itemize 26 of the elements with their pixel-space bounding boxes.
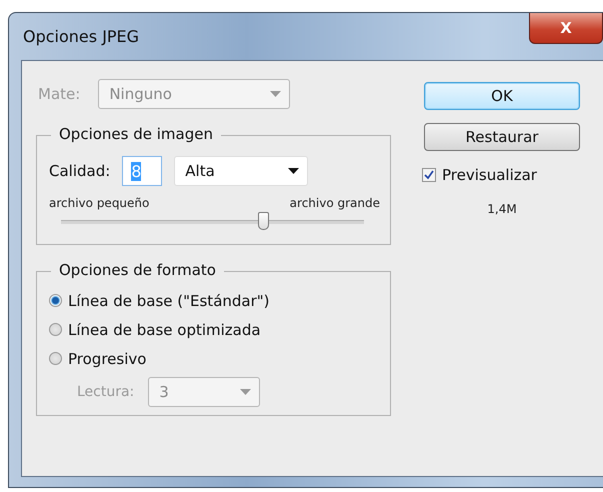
ok-button[interactable]: OK xyxy=(424,82,580,110)
window-title: Opciones JPEG xyxy=(23,27,140,46)
dropdown-caret-icon xyxy=(240,389,252,395)
group-title: Opciones de formato xyxy=(51,261,224,279)
large-file-label: archivo grande xyxy=(290,196,380,210)
group-title: Opciones de imagen xyxy=(51,125,221,143)
matte-label: Mate: xyxy=(38,85,80,103)
radio-label[interactable]: Línea de base optimizada xyxy=(68,320,261,338)
reset-button[interactable]: Restaurar xyxy=(424,123,580,151)
quality-label: Calidad: xyxy=(49,162,110,180)
preview-checkbox[interactable] xyxy=(422,168,436,182)
checkmark-icon xyxy=(424,170,434,180)
dropdown-caret-icon xyxy=(288,168,300,174)
dropdown-caret-icon xyxy=(270,91,282,97)
radio-button[interactable] xyxy=(49,323,62,336)
preview-label[interactable]: Previsualizar xyxy=(442,166,537,184)
radio-button[interactable] xyxy=(49,294,62,307)
scans-label: Lectura: xyxy=(77,384,134,400)
file-size: 1,4M xyxy=(487,202,517,216)
radio-label[interactable]: Línea de base ("Estándar") xyxy=(68,292,270,310)
close-button[interactable]: X xyxy=(529,13,603,44)
quality-dropdown[interactable]: Alta xyxy=(174,156,308,186)
slider-thumb[interactable] xyxy=(258,212,269,230)
small-file-label: archivo pequeño xyxy=(49,196,150,210)
radio-label[interactable]: Progresivo xyxy=(68,350,146,368)
radio-button[interactable] xyxy=(49,352,62,365)
